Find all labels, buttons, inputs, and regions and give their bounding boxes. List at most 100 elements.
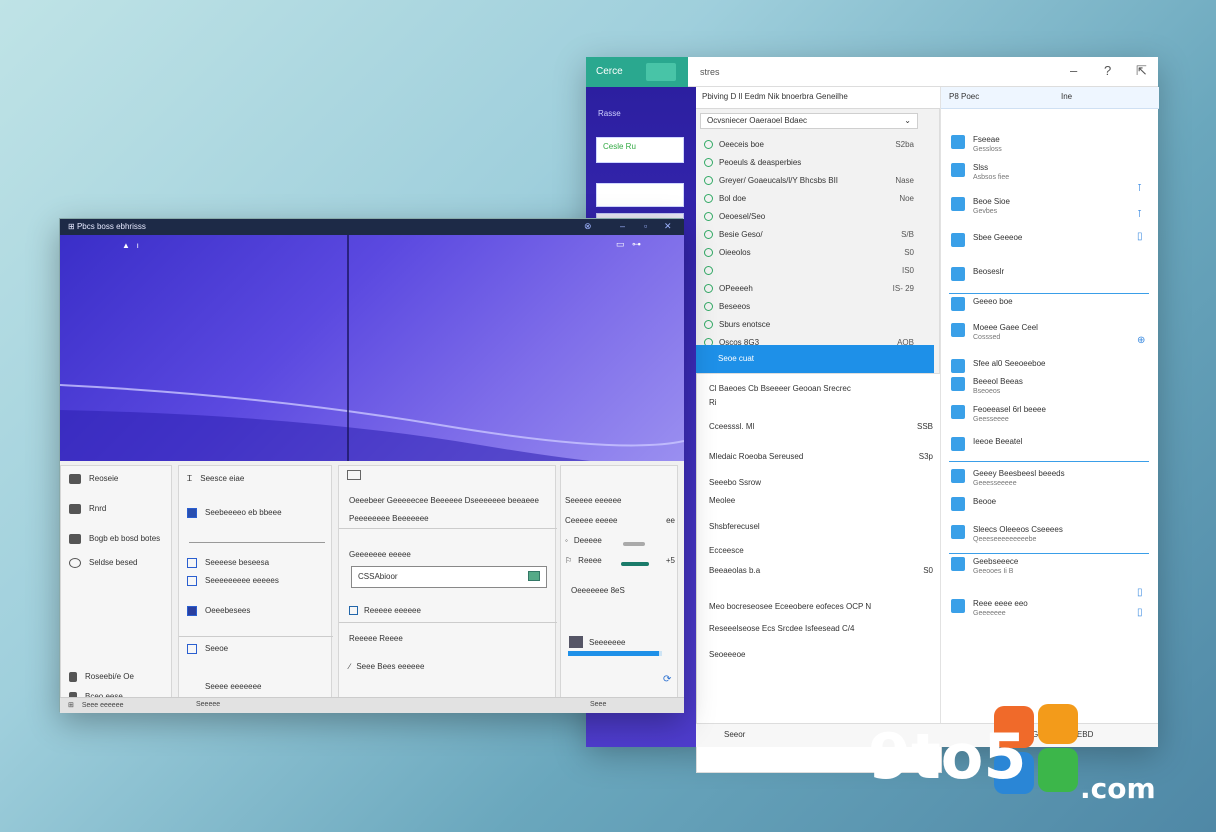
sidebar-item[interactable]: Rnrd [69, 504, 167, 514]
detail-row[interactable]: Cceesssl. Ml SSB [709, 422, 933, 431]
close-button[interactable]: ✕ [664, 221, 672, 232]
list-row[interactable]: Peoeuls & deasperbies [700, 153, 914, 171]
sidebar-item[interactable]: Bogb eb bosd botes [69, 534, 167, 544]
item-title: Geeey Beesbeesl beeeds [973, 469, 1065, 478]
right-panel-item[interactable]: Sbee Geeeoe [951, 233, 1149, 247]
detail-row[interactable]: Shsbferecusel [709, 522, 933, 531]
window-title: Pbcs boss ebhrisss [76, 222, 146, 231]
list-item[interactable]: Seeee eeeeeee [187, 682, 327, 692]
maximize-button[interactable]: ▫ [644, 221, 647, 231]
list-row[interactable]: Oeoesel/Seo [700, 207, 914, 225]
right-panel-item[interactable]: Sfee al0 Seeoeeboe [951, 359, 1149, 373]
list-row[interactable]: Sburs enotsce [700, 315, 914, 333]
tab-chip[interactable] [646, 63, 676, 81]
right-panel-item[interactable]: Beoseslr [951, 267, 1149, 281]
list-item[interactable]: Oeeebesees [187, 606, 327, 616]
right-panel-item[interactable]: Reee eeee eeo Geeeeeee [951, 599, 1149, 617]
right-panel-item[interactable]: Ieeoe Beeatel [951, 437, 1149, 451]
slider[interactable] [623, 542, 645, 546]
detail-row[interactable]: Beeaeolas b.a S0 [709, 566, 933, 575]
right-panel-item[interactable]: Feoeeasel 6rl beeee Geesseeee [951, 405, 1149, 423]
detail-row[interactable]: Reeeee eeeeee [349, 606, 545, 615]
right-panel-item[interactable]: Fseeae Gessloss [951, 135, 1149, 153]
detail-row-value: S3p [918, 452, 933, 461]
pin-icon[interactable]: ⊺ [1137, 209, 1142, 220]
item-thumbnail-icon [951, 163, 965, 177]
divider [339, 622, 557, 623]
sidebar-item[interactable]: Roseebi/e Oe [69, 672, 167, 682]
minimize-button[interactable]: – [1070, 63, 1077, 78]
nav-card[interactable]: Cesle Ru [596, 137, 684, 163]
sidebar-item[interactable]: Seldse besed [69, 558, 167, 568]
text-input[interactable]: CSSAbioor [351, 566, 547, 588]
phone-icon[interactable]: ▯ [1137, 231, 1143, 242]
detail-row[interactable]: Ri [709, 398, 933, 407]
right-row[interactable]: Ceeeee eeeee ee [565, 516, 675, 525]
selected-list-item[interactable]: Seoe cuat [696, 345, 934, 373]
detail-row[interactable]: Reseeelseose Ecs Srcdee Isfeesead C/4 [709, 624, 933, 633]
item-icon [704, 211, 713, 221]
right-panel-item[interactable]: Geeeo boe [951, 297, 1149, 311]
detail-row-value: SSB [916, 422, 933, 431]
list-row[interactable]: IS0 [700, 261, 914, 279]
detail-row[interactable]: Meolee [709, 496, 933, 505]
app-icon: ⊞ [68, 222, 75, 231]
right-panel-item[interactable]: Slss Asbsos fiee [951, 163, 1149, 181]
detail-row[interactable]: Seeebo Ssrow [709, 478, 933, 487]
list-item[interactable]: Seeeese beseesa [187, 558, 327, 568]
right-panel-header: P8 Poec Ine [941, 87, 1159, 109]
detail-row[interactable]: Mledaic Roeoba Sereused S3p [709, 452, 933, 461]
list-item[interactable]: Seebeeeeo eb bbeee [187, 508, 327, 518]
list-row[interactable]: OPeeeeh IS- 29 [700, 279, 914, 297]
list-item[interactable]: Seeeeeeeee eeeees [187, 576, 327, 586]
right-panel-item[interactable]: Geeey Beesbeesl beeeds Geeesseeeee [951, 469, 1149, 487]
list-row[interactable]: Bol doe Noe [700, 189, 914, 207]
search-bar[interactable]: Pbiving D Il Eedm Nik bnoerbra Geneilhe [696, 87, 940, 109]
file-icon [187, 606, 197, 616]
link-icon[interactable]: ⊕ [1137, 335, 1145, 346]
detail-row[interactable]: Seoeeeoe [709, 650, 933, 659]
detail-row[interactable]: Meo bocreseosee Eceeobere eofeces OCP N [709, 602, 933, 611]
list-row[interactable]: Greyer/ Goaeucals/l/Y Bhcsbs BII Nase [700, 171, 914, 189]
right-panel-item[interactable]: Sleecs Oleeeos Cseeees Qeeeseeeeeeeeebe [951, 525, 1149, 543]
list-item[interactable]: Seeoe [187, 644, 327, 654]
phone-icon[interactable]: ▯ [1137, 587, 1143, 598]
right-thumb[interactable]: Seeeeeee [569, 636, 679, 648]
right-panel-item[interactable]: Moeee Gaee Ceel Cosssed [951, 323, 1149, 341]
item-icon [704, 193, 713, 203]
list-item-label: Seebeeeeo eb bbeee [205, 508, 282, 517]
detail-row[interactable]: ∕ Seee Bees eeeeee [349, 662, 545, 671]
right-row[interactable]: ⚐ Reeee +5 [565, 556, 675, 566]
help-button[interactable]: ? [1104, 63, 1111, 78]
pin-icon[interactable]: ⊺ [1137, 183, 1142, 194]
sidebar-item[interactable]: Reoseie [69, 474, 167, 484]
detail-row[interactable]: Ecceesce [709, 546, 933, 555]
filter-dropdown[interactable]: Ocvsniecer Oaeraoel Bdaec ⌄ [700, 113, 918, 129]
item-thumbnail-icon [951, 323, 965, 337]
item-title: Moeee Gaee Ceel [973, 323, 1038, 332]
list-row-value: Nase [895, 175, 914, 185]
minimize-button[interactable]: – [620, 221, 625, 231]
maximize-button[interactable]: ⇱ [1136, 63, 1147, 79]
right-row[interactable]: ◦ Deeeee [565, 536, 675, 546]
item-icon [704, 139, 713, 149]
close-icon[interactable]: ⊗ [584, 221, 592, 232]
front-window-body: Reoseie Rnrd Bogb eb bosd botes Seldse b… [60, 461, 684, 713]
list-row[interactable]: Beseeos [700, 297, 914, 315]
phone-icon[interactable]: ▯ [1137, 607, 1143, 618]
right-panel-item[interactable]: Geebseeece Geeooes Ii B [951, 557, 1149, 575]
list-row[interactable]: Oeeceis boe S2ba [700, 135, 914, 153]
list-row[interactable]: Besie Geso/S/B [700, 225, 914, 243]
right-panel-item[interactable]: Beoe Sioe Gevbes [951, 197, 1149, 215]
sync-icon[interactable]: ⟳ [663, 674, 671, 685]
right-panel-item[interactable]: Beeeol Beeas Bseoeos [951, 377, 1149, 395]
list-row[interactable]: Oieeolos S0 [700, 243, 914, 261]
slider[interactable] [621, 562, 649, 566]
detail-row[interactable]: Reeeee Reeee [349, 634, 545, 643]
right-panel-item[interactable]: Beooe [951, 497, 1149, 511]
wallpaper-tray-icons[interactable]: ▭ ⊶ [616, 239, 641, 250]
nav-card[interactable] [596, 183, 684, 207]
detail-row[interactable]: Cl Baeoes Cb Bseeeer Geooan Srecrec [709, 384, 933, 393]
list-item[interactable]: Ꮖ Seesce eiae [187, 474, 327, 484]
